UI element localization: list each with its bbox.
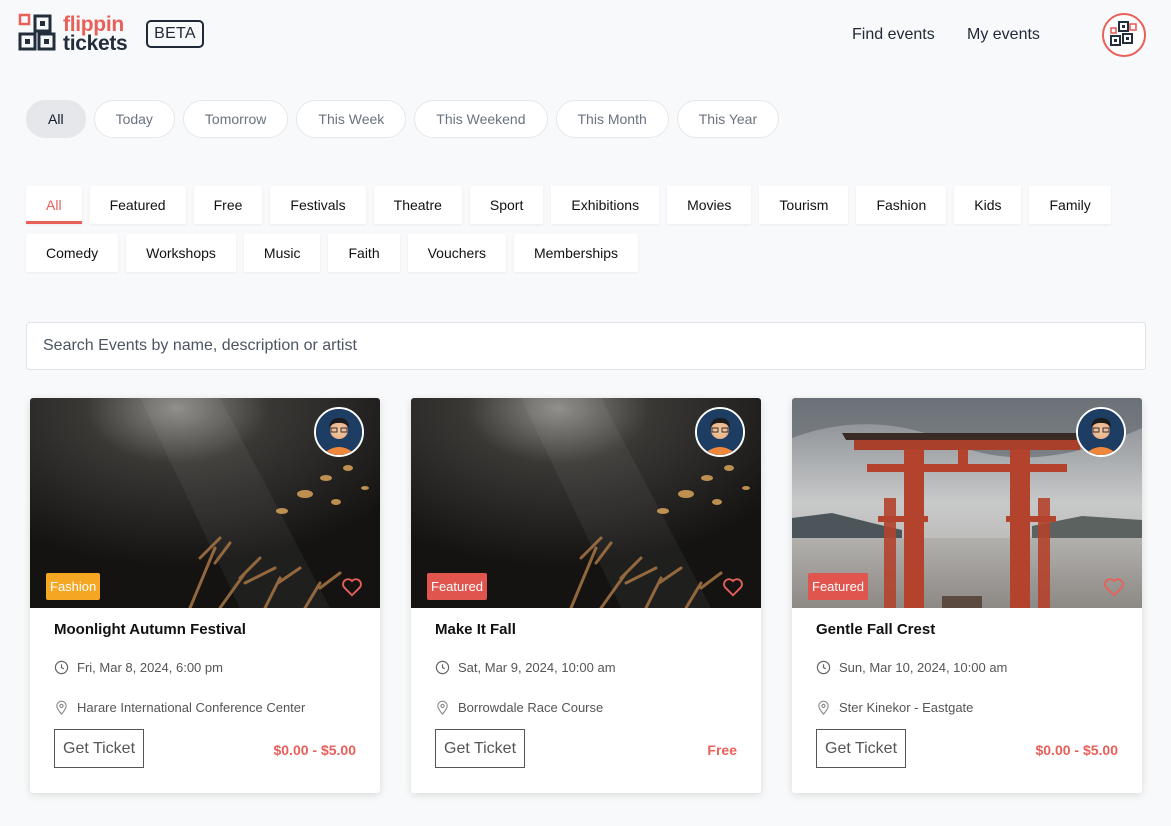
top-header: flippin tickets BETA Find events My even…: [0, 0, 1171, 70]
date-filter-this-year[interactable]: This Year: [676, 100, 780, 138]
event-venue-text: Ster Kinekor - Eastgate: [839, 700, 974, 715]
event-venue-text: Harare International Conference Center: [77, 700, 306, 715]
category-tab-fashion[interactable]: Fashion: [856, 186, 947, 224]
person-avatar-icon: [1078, 409, 1124, 455]
event-price: $0.00 - $5.00: [1035, 742, 1118, 758]
get-ticket-button[interactable]: Get Ticket: [435, 729, 526, 768]
category-badge: Fashion: [46, 573, 101, 600]
clock-icon: [816, 660, 831, 675]
date-filter-all[interactable]: All: [26, 100, 86, 138]
clock-icon: [54, 660, 69, 675]
get-ticket-button[interactable]: Get Ticket: [54, 729, 145, 768]
nav-my-events[interactable]: My events: [967, 26, 1040, 44]
event-venue: Borrowdale Race Course: [435, 700, 603, 715]
brand-line2: tickets: [63, 32, 128, 55]
category-tabs-row1: All Featured Free Festivals Theatre Spor…: [26, 186, 1111, 224]
category-tab-theatre[interactable]: Theatre: [373, 186, 462, 224]
category-tab-sport[interactable]: Sport: [469, 186, 544, 224]
heart-icon[interactable]: [722, 576, 744, 598]
get-ticket-button[interactable]: Get Ticket: [816, 729, 907, 768]
organizer-avatar[interactable]: [314, 407, 364, 457]
category-tabs-row2: Comedy Workshops Music Faith Vouchers Me…: [26, 234, 639, 272]
category-tab-workshops[interactable]: Workshops: [126, 234, 236, 272]
event-title[interactable]: Make It Fall: [435, 621, 516, 638]
category-tab-festivals[interactable]: Festivals: [270, 186, 366, 224]
event-card[interactable]: Featured Gentle Fall Crest Sun, Mar 10, …: [792, 398, 1142, 793]
event-date: Sat, Mar 9, 2024, 10:00 am: [435, 660, 616, 675]
event-image-torii-gate[interactable]: Featured: [792, 398, 1142, 608]
event-image-concert[interactable]: Fashion: [30, 398, 380, 608]
category-tab-family[interactable]: Family: [1029, 186, 1111, 224]
qr-logo-icon: [18, 13, 62, 55]
event-venue: Ster Kinekor - Eastgate: [816, 700, 973, 715]
beta-badge: BETA: [146, 20, 204, 48]
event-card[interactable]: Fashion Moonlight Autumn Festival Fri, M…: [30, 398, 380, 793]
person-avatar-icon: [316, 409, 362, 455]
date-filter-today[interactable]: Today: [93, 100, 175, 138]
nav-find-events[interactable]: Find events: [852, 26, 935, 44]
event-date-text: Sat, Mar 9, 2024, 10:00 am: [458, 660, 616, 675]
search-input[interactable]: [26, 322, 1146, 370]
event-venue-text: Borrowdale Race Course: [458, 700, 604, 715]
category-badge: Featured: [427, 573, 488, 600]
category-tab-memberships[interactable]: Memberships: [513, 234, 639, 272]
category-tab-comedy[interactable]: Comedy: [26, 234, 119, 272]
event-date: Fri, Mar 8, 2024, 6:00 pm: [54, 660, 223, 675]
category-tab-free[interactable]: Free: [193, 186, 263, 224]
organizer-avatar[interactable]: [1076, 407, 1126, 457]
organizer-avatar[interactable]: [695, 407, 745, 457]
date-filter-bar: All Today Tomorrow This Week This Weeken…: [26, 100, 780, 138]
brand-logo[interactable]: flippin tickets: [18, 13, 128, 55]
category-tab-all[interactable]: All: [26, 186, 82, 224]
qr-avatar-icon: [1110, 21, 1137, 46]
event-image-concert[interactable]: Featured: [411, 398, 761, 608]
event-title[interactable]: Gentle Fall Crest: [816, 621, 935, 638]
event-date: Sun, Mar 10, 2024, 10:00 am: [816, 660, 1007, 675]
event-date-text: Fri, Mar 8, 2024, 6:00 pm: [77, 660, 223, 675]
category-tab-music[interactable]: Music: [243, 234, 321, 272]
clock-icon: [435, 660, 450, 675]
date-filter-this-weekend[interactable]: This Weekend: [414, 100, 548, 138]
event-venue: Harare International Conference Center: [54, 700, 305, 715]
category-tab-faith[interactable]: Faith: [328, 234, 400, 272]
heart-icon[interactable]: [341, 576, 363, 598]
location-pin-icon: [56, 700, 67, 715]
event-card[interactable]: Featured Make It Fall Sat, Mar 9, 2024, …: [411, 398, 761, 793]
category-tab-exhibitions[interactable]: Exhibitions: [551, 186, 660, 224]
location-pin-icon: [818, 700, 829, 715]
date-filter-this-week[interactable]: This Week: [296, 100, 407, 138]
date-filter-tomorrow[interactable]: Tomorrow: [182, 100, 289, 138]
event-price: Free: [707, 742, 737, 758]
event-date-text: Sun, Mar 10, 2024, 10:00 am: [839, 660, 1008, 675]
location-pin-icon: [437, 700, 448, 715]
category-tab-kids[interactable]: Kids: [954, 186, 1022, 224]
user-avatar[interactable]: [1102, 13, 1146, 57]
event-title[interactable]: Moonlight Autumn Festival: [54, 621, 246, 638]
category-tab-movies[interactable]: Movies: [667, 186, 752, 224]
heart-icon[interactable]: [1103, 576, 1125, 598]
person-avatar-icon: [697, 409, 743, 455]
category-badge: Featured: [808, 573, 869, 600]
category-tab-featured[interactable]: Featured: [89, 186, 186, 224]
category-tab-vouchers[interactable]: Vouchers: [407, 234, 506, 272]
event-price: $0.00 - $5.00: [273, 742, 356, 758]
date-filter-this-month[interactable]: This Month: [555, 100, 669, 138]
brand-wordmark: flippin tickets: [63, 14, 128, 55]
category-tab-tourism[interactable]: Tourism: [759, 186, 849, 224]
